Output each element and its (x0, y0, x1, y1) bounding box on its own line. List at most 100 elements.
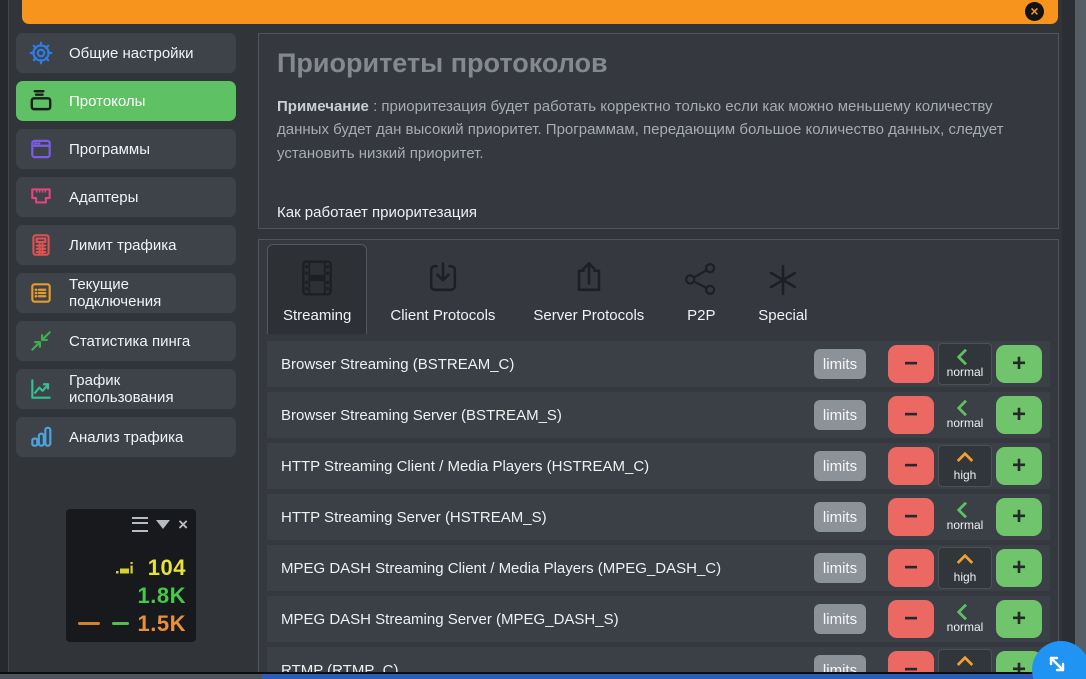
protocol-tabs: Streaming Client Protocols Server Protoc… (259, 240, 1058, 334)
traffic-mini-widget[interactable]: × 104 1.8K 1.5K (66, 509, 196, 642)
priority-label: normal (947, 366, 984, 378)
window-icon (28, 136, 54, 162)
window-left-edge (0, 0, 9, 679)
protocol-row: MPEG DASH Streaming Server (MPEG_DASH_S)… (267, 596, 1050, 642)
increase-priority-button[interactable]: + (996, 549, 1042, 587)
sidebar-item-window[interactable]: Программы (16, 129, 236, 169)
diagonal-arrows-icon (1044, 651, 1070, 677)
protocol-row: MPEG DASH Streaming Client / Media Playe… (267, 545, 1050, 591)
notification-banner: × (22, 0, 1058, 24)
limits-button[interactable]: limits (814, 349, 866, 379)
sidebar-item-label: Лимит трафика (69, 237, 176, 254)
priority-indicator: normal (938, 496, 992, 538)
tab-label: Special (758, 307, 807, 324)
how-prioritization-works-link[interactable]: Как работает приоритезация (277, 204, 477, 221)
priority-indicator: normal (938, 343, 992, 385)
calculator-icon (28, 232, 54, 258)
decrease-priority-button[interactable]: − (888, 498, 934, 536)
protocol-name: HTTP Streaming Server (HSTREAM_S) (281, 509, 814, 526)
increase-priority-button[interactable]: + (996, 498, 1042, 536)
sidebar-item-ethernet[interactable]: Адаптеры (16, 177, 236, 217)
protocol-name: MPEG DASH Streaming Client / Media Playe… (281, 560, 814, 577)
list-icon (28, 280, 54, 306)
priority-label: normal (947, 621, 984, 633)
tab-client-protocols[interactable]: Client Protocols (375, 244, 510, 334)
decrease-priority-button[interactable]: − (888, 447, 934, 485)
sidebar-item-label: Текущие подключения (69, 276, 224, 310)
widget-value-yellow: 104 (148, 557, 186, 579)
line-chart-icon (28, 376, 54, 402)
sidebar-item-line-chart[interactable]: График использования (16, 369, 236, 409)
protocol-name: Browser Streaming (BSTREAM_C) (281, 356, 814, 373)
priority-label: normal (947, 519, 984, 531)
bar-chart-icon (28, 424, 54, 450)
tab-server-protocols[interactable]: Server Protocols (518, 244, 659, 334)
priority-indicator: high (938, 445, 992, 487)
widget-close-icon[interactable]: × (178, 519, 188, 531)
chevron-left-icon (957, 399, 974, 416)
sidebar: Общие настройки Протоколы Программы Адап… (16, 33, 236, 457)
tab-label: P2P (687, 307, 715, 324)
widget-value-orange: 1.5K (138, 613, 186, 635)
limits-button[interactable]: limits (814, 553, 866, 583)
increase-priority-button[interactable]: + (996, 447, 1042, 485)
protocols-icon (28, 88, 54, 114)
chevron-up-icon (957, 451, 974, 468)
protocol-row: Browser Streaming (BSTREAM_C) limits − n… (267, 341, 1050, 387)
protocol-row: HTTP Streaming Server (HSTREAM_S) limits… (267, 494, 1050, 540)
priority-indicator: normal (938, 598, 992, 640)
protocol-row: HTTP Streaming Client / Media Players (H… (267, 443, 1050, 489)
header-panel: Приоритеты протоколов Примечание : приор… (258, 33, 1059, 229)
signal-bars-icon (116, 562, 136, 580)
sparkline-upload (78, 622, 100, 626)
page-title: Приоритеты протоколов (277, 48, 1040, 79)
limits-button[interactable]: limits (814, 451, 866, 481)
sidebar-item-ping-arrows[interactable]: Статистика пинга (16, 321, 236, 361)
ethernet-icon (28, 184, 54, 210)
ping-arrows-icon (28, 328, 54, 354)
film-icon (297, 251, 337, 298)
gear-icon (28, 40, 54, 66)
widget-value-green: 1.8K (138, 585, 186, 607)
decrease-priority-button[interactable]: − (888, 396, 934, 434)
tab-label: Streaming (283, 307, 351, 324)
sidebar-item-list[interactable]: Текущие подключения (16, 273, 236, 313)
decrease-priority-button[interactable]: − (888, 600, 934, 638)
protocol-name: MPEG DASH Streaming Server (MPEG_DASH_S) (281, 611, 814, 628)
sidebar-item-calculator[interactable]: Лимит трафика (16, 225, 236, 265)
sidebar-item-label: Анализ трафика (69, 429, 183, 446)
priority-indicator: high (938, 547, 992, 589)
tab-p2p[interactable]: P2P (667, 244, 735, 334)
sidebar-item-label: Программы (69, 141, 150, 158)
decrease-priority-button[interactable]: − (888, 345, 934, 383)
sidebar-item-label: Статистика пинга (69, 333, 190, 350)
vertical-scrollbar[interactable] (1074, 0, 1086, 679)
limits-button[interactable]: limits (814, 502, 866, 532)
sidebar-item-gear[interactable]: Общие настройки (16, 33, 236, 73)
chevron-up-icon (957, 553, 974, 570)
tab-special[interactable]: Special (743, 244, 822, 334)
tab-streaming[interactable]: Streaming (267, 244, 367, 334)
sidebar-item-bar-chart[interactable]: Анализ трафика (16, 417, 236, 457)
banner-close-icon[interactable]: × (1025, 2, 1044, 21)
hamburger-menu-icon[interactable] (132, 517, 148, 532)
increase-priority-button[interactable]: + (996, 600, 1042, 638)
decrease-priority-button[interactable]: − (888, 549, 934, 587)
collapse-triangle-icon[interactable] (156, 520, 170, 529)
increase-priority-button[interactable]: + (996, 345, 1042, 383)
sidebar-item-protocols[interactable]: Протоколы (16, 81, 236, 121)
share-icon (682, 250, 720, 298)
limits-button[interactable]: limits (814, 400, 866, 430)
sparkline-download (112, 622, 129, 626)
sidebar-item-label: Общие настройки (69, 45, 194, 62)
limits-button[interactable]: limits (814, 604, 866, 634)
increase-priority-button[interactable]: + (996, 396, 1042, 434)
priority-label: high (954, 571, 977, 583)
protocol-name: Browser Streaming Server (BSTREAM_S) (281, 407, 814, 424)
sidebar-item-label: Протоколы (69, 93, 145, 110)
app-window: × Общие настройки Протоколы Программы Ад… (0, 0, 1086, 679)
asterisk-icon (765, 250, 801, 298)
sidebar-item-label: График использования (69, 372, 224, 406)
tab-label: Client Protocols (390, 307, 495, 324)
bottom-accent-line (262, 674, 1052, 679)
